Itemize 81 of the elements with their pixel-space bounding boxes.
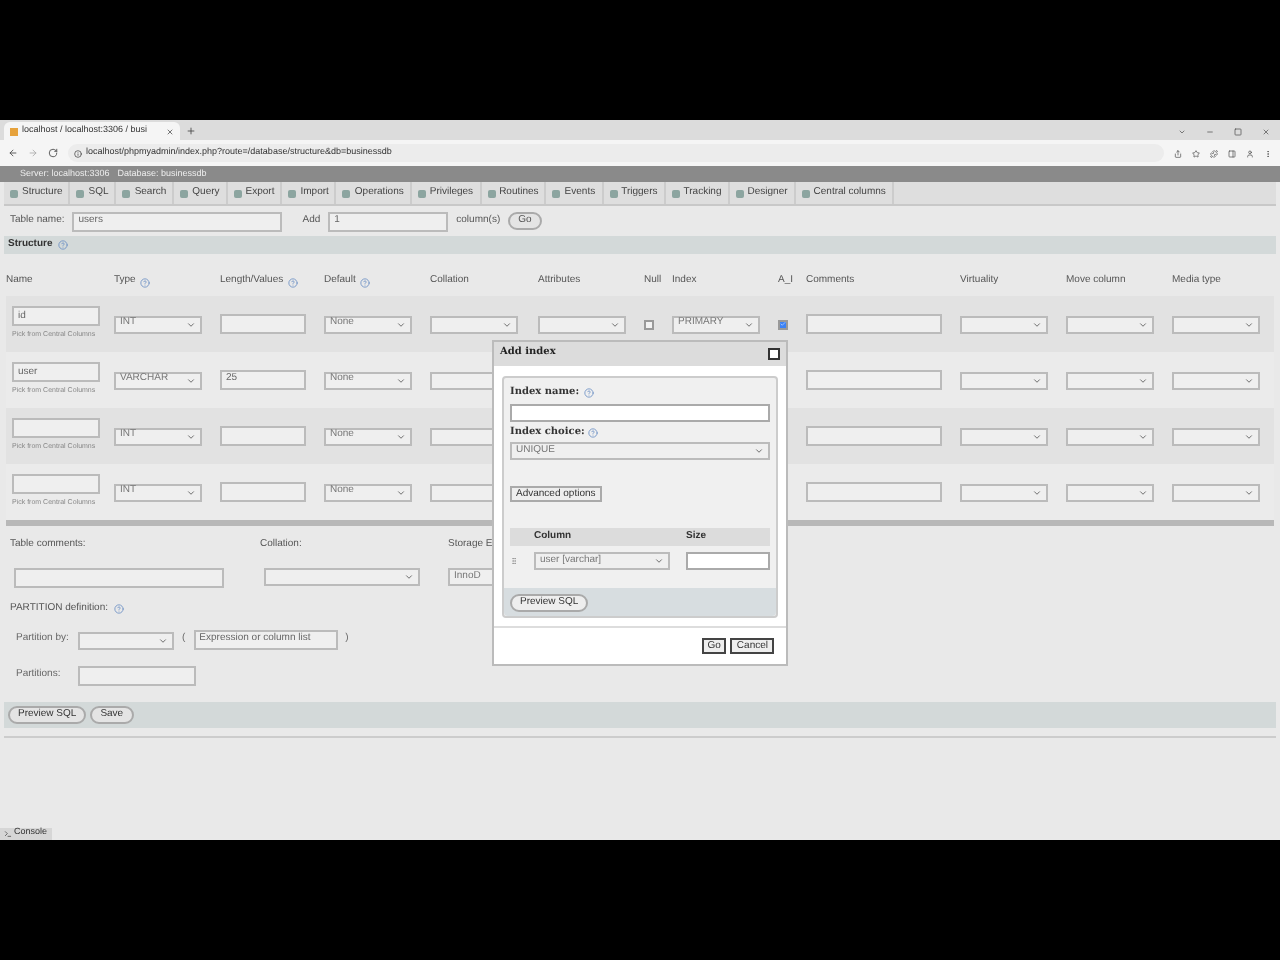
help-icon[interactable]: [588, 427, 599, 438]
help-icon[interactable]: [287, 277, 298, 287]
length-field[interactable]: [220, 482, 306, 502]
caret-icon: [1138, 375, 1148, 385]
move-column-dropdown[interactable]: [1066, 371, 1154, 389]
caret-icon: [396, 375, 406, 385]
minimize-icon[interactable]: [1206, 128, 1214, 136]
virtuality-dropdown[interactable]: [960, 427, 1048, 445]
virtuality-dropdown[interactable]: [960, 483, 1048, 501]
maximize-icon[interactable]: [1234, 128, 1242, 136]
virtuality-dropdown[interactable]: [960, 371, 1048, 389]
index-name-field[interactable]: [510, 403, 770, 421]
caret-icon: [158, 635, 168, 645]
help-icon[interactable]: [583, 388, 594, 399]
help-icon[interactable]: [139, 277, 150, 287]
profile-icon[interactable]: [1246, 149, 1254, 157]
comments-field[interactable]: [806, 482, 942, 502]
caret-icon: [1138, 487, 1148, 497]
caret-icon: [610, 319, 620, 329]
forward-icon[interactable]: [28, 148, 38, 158]
partition-by-dropdown[interactable]: [78, 631, 174, 649]
caret-icon: [1138, 431, 1148, 441]
terminal-icon: [4, 829, 12, 837]
attributes-dropdown[interactable]: [538, 315, 626, 333]
back-icon[interactable]: [8, 148, 18, 158]
collation-dropdown[interactable]: [430, 315, 518, 333]
move-column-dropdown[interactable]: [1066, 483, 1154, 501]
caret-icon: [1244, 487, 1254, 497]
column-name-field[interactable]: [12, 474, 100, 495]
close-button[interactable]: [768, 348, 780, 360]
caret-icon: [1032, 375, 1042, 385]
column-name-field[interactable]: [12, 418, 100, 439]
caret-icon: [1032, 487, 1042, 497]
share-icon[interactable]: [1174, 149, 1182, 157]
help-icon[interactable]: [58, 240, 69, 250]
ai-checkbox[interactable]: [778, 319, 788, 329]
favicon-icon: [10, 127, 18, 135]
caret-icon: [654, 556, 664, 566]
caret-icon: [396, 487, 406, 497]
media-type-dropdown[interactable]: [1172, 483, 1260, 501]
new-tab-icon[interactable]: [186, 126, 196, 136]
move-column-dropdown[interactable]: [1066, 427, 1154, 445]
partitions-field[interactable]: [78, 666, 196, 686]
reload-icon[interactable]: [48, 148, 58, 158]
info-icon: [74, 149, 82, 157]
caret-icon: [1138, 319, 1148, 329]
caret-icon: [186, 375, 196, 385]
virtuality-dropdown[interactable]: [960, 315, 1048, 333]
length-field[interactable]: [220, 314, 306, 334]
caret-icon: [754, 446, 764, 456]
media-type-dropdown[interactable]: [1172, 371, 1260, 389]
media-type-dropdown[interactable]: [1172, 315, 1260, 333]
caret-icon: [1244, 431, 1254, 441]
comments-field[interactable]: [806, 426, 942, 446]
comments-field[interactable]: [806, 370, 942, 390]
star-icon[interactable]: [1192, 149, 1200, 157]
table-comments-field[interactable]: [14, 567, 224, 587]
caret-icon: [404, 572, 414, 582]
caret-icon: [1244, 319, 1254, 329]
side-panel-icon[interactable]: [1228, 149, 1236, 157]
caret-icon: [1244, 375, 1254, 385]
caret-icon: [1032, 319, 1042, 329]
caret-icon: [396, 431, 406, 441]
caret-icon: [502, 319, 512, 329]
length-field[interactable]: [220, 426, 306, 446]
caret-icon: [396, 319, 406, 329]
caret-icon: [186, 431, 196, 441]
comments-field[interactable]: [806, 314, 942, 334]
caret-icon: [186, 319, 196, 329]
puzzle-icon[interactable]: [1210, 149, 1218, 157]
caret-icon: [1032, 431, 1042, 441]
caret-icon: [744, 319, 754, 329]
move-column-dropdown[interactable]: [1066, 315, 1154, 333]
caret-icon: [186, 487, 196, 497]
media-type-dropdown[interactable]: [1172, 427, 1260, 445]
help-icon[interactable]: [359, 277, 370, 287]
size-field[interactable]: [686, 552, 770, 570]
check-icon: [780, 320, 786, 328]
collation-dropdown[interactable]: [264, 568, 420, 586]
help-icon[interactable]: [114, 603, 124, 614]
null-checkbox[interactable]: [644, 319, 654, 329]
